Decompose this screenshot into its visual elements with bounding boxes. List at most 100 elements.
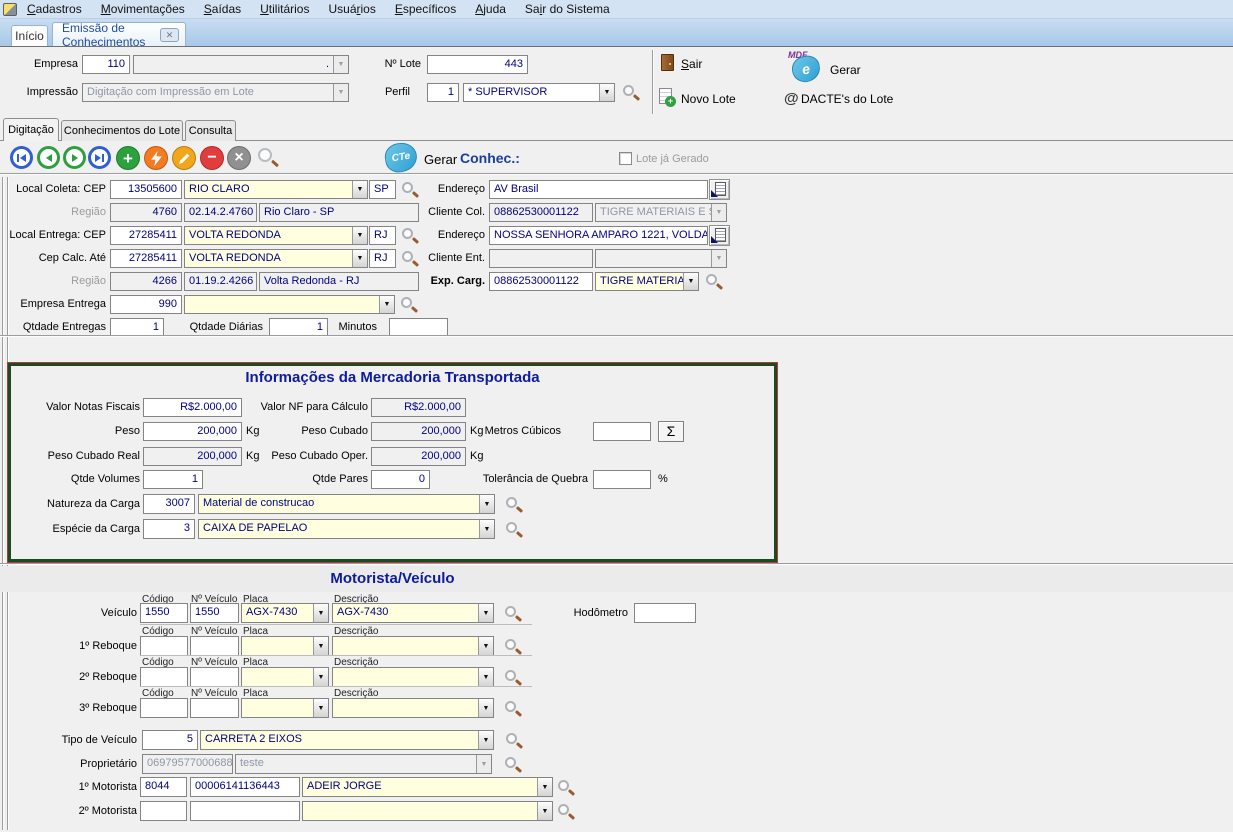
sair-button-label[interactable]: Sair	[681, 57, 702, 71]
chevron-down-icon[interactable]: ▼	[313, 698, 329, 718]
menu-usuarios[interactable]: Usuários	[328, 2, 375, 16]
endereco-coleta-button[interactable]	[709, 179, 730, 200]
metros-cubicos-input[interactable]	[593, 422, 651, 441]
motorista1-doc-input[interactable]: 00006141136443	[190, 777, 300, 797]
perfil-num-input[interactable]: 1	[427, 83, 459, 102]
reboque1-search-icon[interactable]	[505, 639, 522, 656]
veiculo-search-icon[interactable]	[505, 606, 522, 623]
reboque1-desc-combo[interactable]: ▼	[332, 636, 494, 656]
dacte-label[interactable]: DACTE's do Lote	[801, 92, 893, 106]
reboque3-num-input[interactable]	[190, 698, 239, 718]
reboque2-placa-combo[interactable]: ▼	[241, 667, 329, 687]
next-record-button[interactable]	[63, 146, 86, 169]
quick-action-button[interactable]	[144, 146, 168, 170]
reboque2-desc-combo[interactable]: ▼	[332, 667, 494, 687]
chevron-down-icon[interactable]: ▼	[537, 801, 553, 821]
motorista2-doc-input[interactable]	[190, 801, 300, 821]
first-record-button[interactable]	[10, 146, 33, 169]
last-record-button[interactable]	[88, 146, 111, 169]
endereco-entrega-button[interactable]	[709, 225, 730, 246]
reboque1-placa-combo[interactable]: ▼	[241, 636, 329, 656]
especie-search-icon[interactable]	[506, 522, 523, 539]
coleta-cidade-combo[interactable]: RIO CLARO ▼	[184, 180, 368, 199]
motorista1-cod-input[interactable]: 8044	[140, 777, 187, 797]
chevron-down-icon[interactable]: ▼	[478, 730, 494, 750]
close-tab-icon[interactable]: ✕	[160, 28, 179, 42]
chevron-down-icon[interactable]: ▼	[479, 519, 495, 539]
natureza-cod-input[interactable]: 3007	[143, 494, 195, 514]
reboque2-codigo-input[interactable]	[140, 667, 188, 687]
coleta-cep-input[interactable]: 13505600	[110, 180, 182, 199]
veiculo-placa-combo[interactable]: AGX-7430 ▼	[241, 603, 329, 623]
exp-carg-search-icon[interactable]	[706, 274, 723, 291]
perfil-search-icon[interactable]	[623, 85, 640, 102]
edit-record-button[interactable]	[172, 146, 196, 170]
proprietario-search-icon[interactable]	[505, 757, 522, 774]
endereco-coleta-input[interactable]: AV Brasil	[489, 180, 708, 199]
empresa-entrega-combo[interactable]: ▼	[184, 295, 395, 314]
entrega-uf-input[interactable]: RJ	[369, 226, 396, 245]
peso-input[interactable]: 200,000	[143, 422, 242, 441]
tipo-veiculo-cod-input[interactable]: 5	[142, 730, 198, 750]
chevron-down-icon[interactable]: ▼	[537, 777, 553, 797]
reboque3-placa-combo[interactable]: ▼	[241, 698, 329, 718]
chevron-down-icon[interactable]: ▼	[478, 636, 494, 656]
especie-combo[interactable]: CAIXA DE PAPELAO ▼	[198, 519, 495, 539]
gerar-mdfe-label[interactable]: Gerar	[830, 63, 861, 77]
chevron-down-icon[interactable]: ▼	[313, 667, 329, 687]
endereco-entrega-input[interactable]: NOSSA SENHORA AMPARO 1221, VOLDAC	[489, 226, 708, 245]
chevron-down-icon[interactable]: ▼	[352, 180, 368, 199]
chevron-down-icon[interactable]: ▼	[352, 226, 368, 245]
reboque2-search-icon[interactable]	[505, 670, 522, 687]
veiculo-num-input[interactable]: 1550	[190, 603, 239, 623]
qtde-pares-input[interactable]: 0	[371, 470, 430, 489]
tab-digitacao[interactable]: Digitação	[3, 118, 59, 141]
especie-cod-input[interactable]: 3	[143, 519, 195, 539]
chevron-down-icon[interactable]: ▼	[479, 494, 495, 514]
veiculo-codigo-input[interactable]: 1550	[140, 603, 188, 623]
chevron-down-icon[interactable]: ▼	[313, 636, 329, 656]
chevron-down-icon[interactable]: ▼	[478, 667, 494, 687]
delete-record-button[interactable]: −	[200, 146, 224, 170]
reboque3-search-icon[interactable]	[505, 701, 522, 718]
chevron-down-icon[interactable]: ▼	[478, 603, 494, 623]
chevron-down-icon[interactable]: ▼	[599, 83, 615, 102]
natureza-search-icon[interactable]	[506, 497, 523, 514]
chevron-down-icon[interactable]: ▼	[313, 603, 329, 623]
search-button[interactable]	[258, 148, 280, 170]
cep-calc-input[interactable]: 27285411	[110, 249, 182, 268]
cep-calc-uf-input[interactable]: RJ	[369, 249, 396, 268]
menu-saidas[interactable]: Saídas	[204, 2, 241, 16]
reboque3-codigo-input[interactable]	[140, 698, 188, 718]
menu-ajuda[interactable]: Ajuda	[475, 2, 506, 16]
tab-conhecimentos-do-lote[interactable]: Conhecimentos do Lote	[61, 120, 183, 141]
motorista2-search-icon[interactable]	[558, 804, 575, 821]
motorista2-cod-input[interactable]	[140, 801, 187, 821]
motorista1-search-icon[interactable]	[558, 780, 575, 797]
impressao-combo[interactable]: Digitação com Impressão em Lote ▼	[82, 83, 349, 102]
empresa-entrega-search-icon[interactable]	[401, 297, 418, 314]
chevron-down-icon[interactable]: ▼	[333, 55, 349, 74]
tab-consulta[interactable]: Consulta	[185, 120, 236, 141]
novo-lote-button-label[interactable]: Novo Lote	[681, 92, 736, 106]
tipo-veiculo-combo[interactable]: CARRETA 2 EIXOS ▼	[200, 730, 494, 750]
empresa-combo[interactable]: . ▼	[133, 55, 349, 74]
menu-utilitarios[interactable]: Utilitários	[260, 2, 309, 16]
menu-cadastros[interactable]: Cadastros	[27, 2, 82, 16]
exp-carg-cnpj-input[interactable]: 08862530001122	[489, 272, 593, 291]
qtde-volumes-input[interactable]: 1	[143, 470, 203, 489]
tipo-veiculo-search-icon[interactable]	[506, 733, 523, 750]
previous-record-button[interactable]	[37, 146, 60, 169]
menu-especificos[interactable]: Específicos	[395, 2, 456, 16]
chevron-down-icon[interactable]: ▼	[352, 249, 368, 268]
chevron-down-icon[interactable]: ▼	[333, 83, 349, 102]
menu-movimentacoes[interactable]: Movimentações	[101, 2, 185, 16]
lote-input[interactable]: 443	[427, 55, 528, 74]
gerar-cte-label[interactable]: Gerar	[424, 152, 457, 167]
entrega-cidade-combo[interactable]: VOLTA REDONDA ▼	[184, 226, 368, 245]
sum-button[interactable]: Σ	[658, 421, 684, 442]
empresa-input[interactable]: 110	[82, 55, 130, 74]
reboque3-desc-combo[interactable]: ▼	[332, 698, 494, 718]
entrega-cep-input[interactable]: 27285411	[110, 226, 182, 245]
coleta-uf-input[interactable]: SP	[369, 180, 396, 199]
